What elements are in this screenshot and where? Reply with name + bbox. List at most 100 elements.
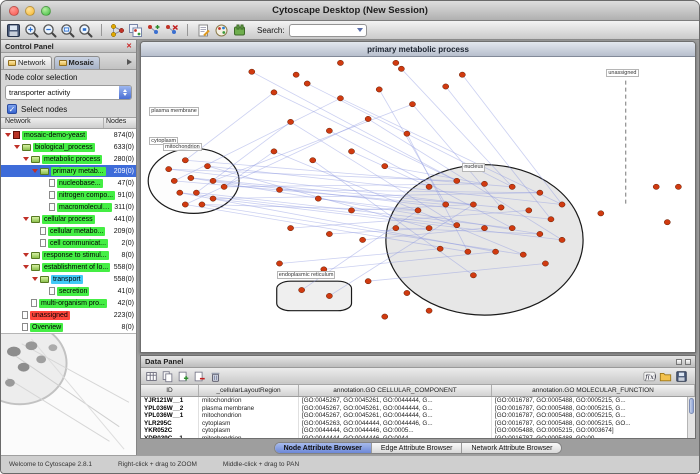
data-panel-title: Data Panel [145, 357, 183, 366]
save-icon[interactable] [6, 23, 21, 38]
table-row[interactable]: YKR052Ccytoplasm[GO:0044444, GO:0044446,… [141, 427, 695, 435]
folder-icon [40, 276, 49, 283]
tree-row[interactable]: primary metab...209(0) [1, 165, 136, 177]
tree-row[interactable]: response to stimul...8(0) [1, 249, 136, 261]
tree-row[interactable]: cellular metabo...209(0) [1, 225, 136, 237]
folder-icon [31, 216, 40, 223]
annotation-icon[interactable] [196, 23, 211, 38]
tab-network[interactable]: Network [3, 56, 52, 69]
column-header[interactable]: annotation.GO CELLULAR_COMPONENT [299, 385, 492, 396]
expander[interactable] [4, 133, 11, 137]
first-neighbors-icon[interactable] [110, 23, 125, 38]
select-nodes-checkbox[interactable]: ✓ [7, 104, 17, 114]
tab-scroll-right-icon[interactable] [127, 59, 132, 65]
expander[interactable] [22, 253, 29, 257]
expander-icon[interactable] [23, 157, 29, 161]
tree-row[interactable]: nitrogen compo...91(0) [1, 189, 136, 201]
table-row[interactable]: YLR295Ccytoplasm[GO:0045263, GO:0044444,… [141, 420, 695, 428]
network-desktop: primary metabolic process plasma membran… [137, 40, 699, 455]
search-input[interactable] [290, 26, 357, 35]
expander-icon[interactable] [14, 145, 20, 149]
network-column-header[interactable]: Network [1, 118, 104, 128]
delete-attribute-icon[interactable] [193, 370, 206, 383]
pan-hint-text: Middle-click + drag to PAN [223, 461, 299, 468]
zoom-region-icon[interactable] [78, 23, 93, 38]
nodes-column-header[interactable]: Nodes [104, 118, 136, 128]
tree-row[interactable]: Overview8(0) [1, 321, 136, 333]
chevron-down-icon[interactable] [357, 28, 363, 32]
column-header[interactable]: ID [141, 385, 199, 396]
expander-icon[interactable] [32, 169, 38, 173]
expander-icon[interactable] [23, 217, 29, 221]
close-icon[interactable]: ✕ [126, 43, 132, 50]
trash-icon[interactable] [209, 370, 222, 383]
expander-icon[interactable] [5, 133, 11, 137]
new-network-icon[interactable] [146, 23, 161, 38]
float-panel-icon[interactable] [676, 359, 682, 365]
tree-row[interactable]: mosaic-demo-yeast874(0) [1, 129, 136, 141]
scrollbar-thumb[interactable] [689, 398, 694, 414]
table-icon[interactable] [145, 370, 158, 383]
combo-arrows-icon[interactable] [119, 86, 131, 99]
export-icon[interactable] [675, 370, 688, 383]
table-cell: YKR052C [141, 427, 199, 435]
tree-label: transport [51, 275, 83, 284]
tree-label: unassigned [30, 311, 70, 320]
column-header[interactable]: _cellularLayoutRegion [199, 385, 299, 396]
tree-row[interactable]: unassigned223(0) [1, 309, 136, 321]
tree-row[interactable]: cellular process441(0) [1, 213, 136, 225]
region-label: endoplasmic reticulum [277, 271, 336, 280]
zoom-fit-icon[interactable] [60, 23, 75, 38]
control-panel-header: Control Panel ✕ [1, 40, 136, 53]
search-combobox[interactable] [289, 24, 367, 37]
node-color-select[interactable]: transporter activity [5, 85, 132, 100]
expander[interactable] [22, 217, 29, 221]
tree-row[interactable]: metabolic process280(0) [1, 153, 136, 165]
close-panel-icon[interactable] [685, 359, 691, 365]
table-row[interactable]: YDR039C__1mitochondrion[GO:0044444, GO:0… [141, 435, 695, 439]
expander-icon[interactable] [32, 277, 38, 281]
destroy-network-icon[interactable] [164, 23, 179, 38]
tree-row[interactable]: nucleobase...47(0) [1, 177, 136, 189]
copy-network-icon[interactable] [128, 23, 143, 38]
node-count: 209(0) [114, 228, 134, 235]
tree-row[interactable]: secretion41(0) [1, 285, 136, 297]
tree-label: cell communicat... [48, 239, 108, 248]
vizmapper-icon[interactable] [214, 23, 229, 38]
tree-row[interactable]: establishment of lo...558(0) [1, 261, 136, 273]
expander[interactable] [31, 169, 38, 173]
node-count: 874(0) [114, 132, 134, 139]
expander[interactable] [13, 145, 20, 149]
tree-row[interactable]: cell communicat...2(0) [1, 237, 136, 249]
network-overview-thumbnail[interactable] [1, 333, 136, 455]
node-count: 558(0) [114, 276, 134, 283]
table-row[interactable]: YPL036W__2plasma membrane[GO:0045267, GO… [141, 405, 695, 413]
tree-row[interactable]: multi-organism pro...42(0) [1, 297, 136, 309]
table-row[interactable]: YJR121W__1mitochondrion[GO:0045267, GO:0… [141, 397, 695, 405]
plugins-icon[interactable] [232, 23, 247, 38]
new-attribute-icon[interactable] [177, 370, 190, 383]
tree-row[interactable]: transport 558(0) [1, 273, 136, 285]
window-titlebar[interactable]: Cytoscape Desktop (New Session) [1, 1, 699, 21]
function-builder-icon[interactable]: f(x) [643, 370, 656, 383]
import-icon[interactable] [659, 370, 672, 383]
column-header[interactable]: annotation.GO MOLECULAR_FUNCTION [492, 385, 695, 396]
network-canvas[interactable]: plasma membranecytoplasmmitochondrionnuc… [141, 57, 695, 352]
expander[interactable] [31, 277, 38, 281]
copy-icon[interactable] [161, 370, 174, 383]
tree-row[interactable]: macromolecule...311(0) [1, 201, 136, 213]
tab-mosaic[interactable]: Mosaic [54, 56, 100, 69]
tab-network-attribute-browser[interactable]: Network Attribute Browser [462, 443, 561, 453]
expander-icon[interactable] [23, 265, 29, 269]
tab-edge-attribute-browser[interactable]: Edge Attribute Browser [372, 443, 463, 453]
expander[interactable] [22, 265, 29, 269]
zoom-in-icon[interactable] [24, 23, 39, 38]
network-window-titlebar[interactable]: primary metabolic process [141, 42, 695, 57]
zoom-out-icon[interactable] [42, 23, 57, 38]
table-row[interactable]: YPL036W__1mitochondrion[GO:0045267, GO:0… [141, 412, 695, 420]
tab-node-attribute-browser[interactable]: Node Attribute Browser [275, 443, 372, 453]
table-scrollbar[interactable] [687, 397, 695, 438]
tree-row[interactable]: biological_process633(0) [1, 141, 136, 153]
expander[interactable] [22, 157, 29, 161]
expander-icon[interactable] [23, 253, 29, 257]
